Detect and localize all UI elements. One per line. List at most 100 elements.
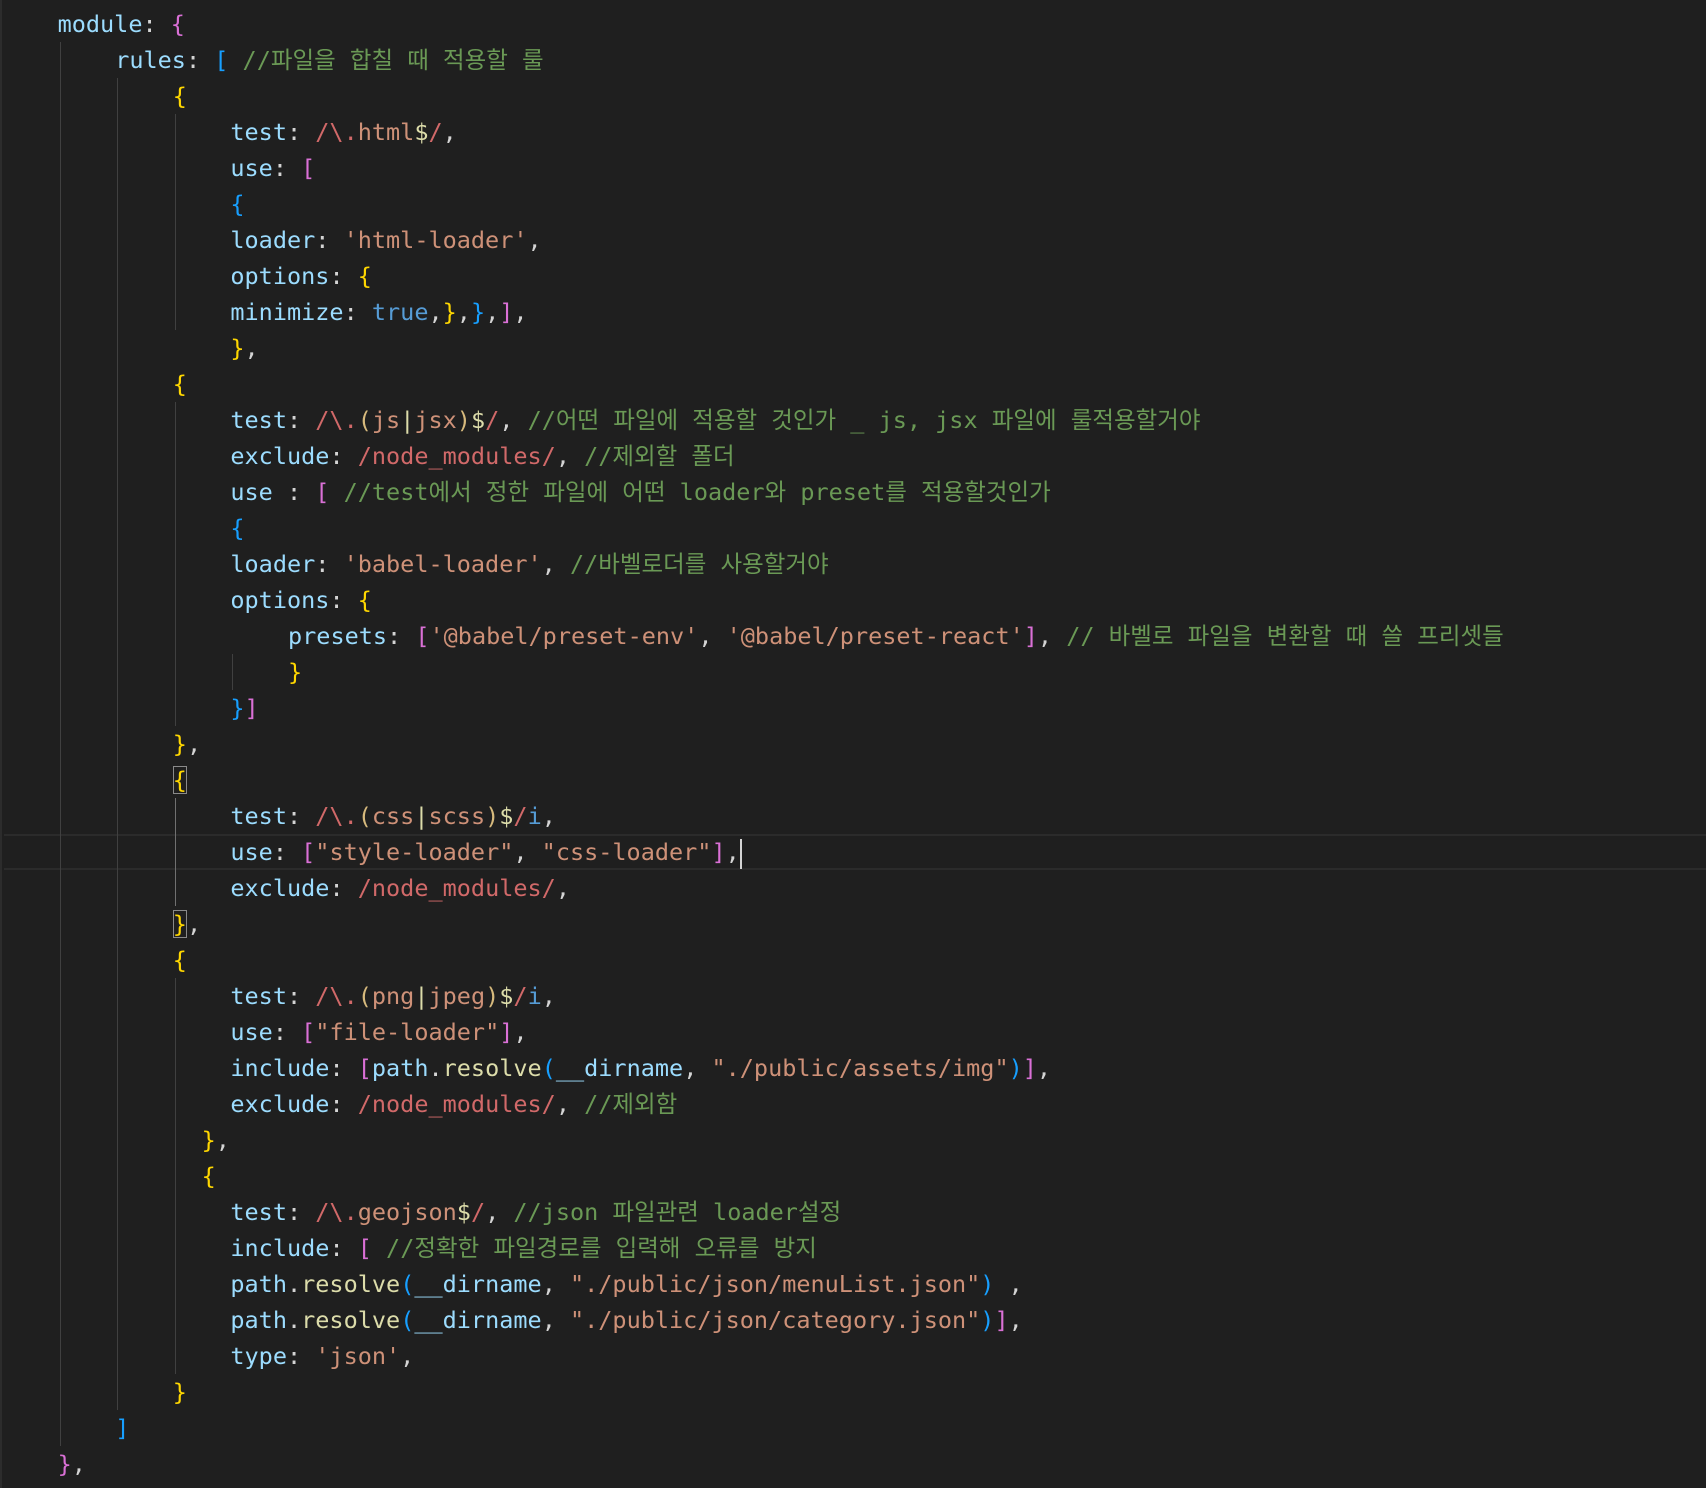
- code-line[interactable]: exclude: /node_modules/, //제외함: [230, 1086, 677, 1122]
- indent-guide: [174, 402, 176, 726]
- code-line[interactable]: use: ["style-loader", "css-loader"],: [230, 834, 743, 870]
- code-line[interactable]: }]: [230, 690, 258, 726]
- code-token: :: [272, 154, 302, 182]
- code-token: ,: [499, 406, 528, 434]
- code-token: path: [230, 1270, 287, 1298]
- code-token: {: [230, 514, 245, 542]
- code-editor[interactable]: module: {rules: [ //파일을 합칠 때 적용할 룰{test:…: [0, 0, 1706, 1488]
- code-line[interactable]: loader: 'babel-loader', //바벨로더를 사용할거야: [230, 546, 828, 582]
- code-token: :: [387, 622, 416, 650]
- code-line[interactable]: module: {: [58, 6, 185, 42]
- code-token: true: [371, 298, 429, 326]
- code-token: ,: [541, 982, 556, 1010]
- code-line[interactable]: test: /\.(png|jpeg)$/i,: [230, 978, 555, 1014]
- code-token: /: [485, 406, 500, 434]
- code-token: :: [315, 226, 344, 254]
- code-token: ,: [513, 298, 528, 326]
- code-token: ,: [485, 298, 500, 326]
- code-line[interactable]: use: [: [230, 150, 315, 186]
- code-token: ,: [555, 442, 585, 470]
- code-token: ,: [541, 1306, 570, 1334]
- code-line[interactable]: {: [202, 1158, 216, 1194]
- code-line[interactable]: use : [ //test에서 정한 파일에 어떤 loader와 prese…: [230, 474, 1050, 510]
- code-token: ,: [527, 226, 542, 254]
- code-line[interactable]: options: {: [230, 258, 372, 294]
- code-line[interactable]: {: [172, 762, 187, 798]
- code-line[interactable]: },: [58, 1446, 86, 1482]
- code-line[interactable]: test: /\.(css|scss)$/i,: [230, 798, 555, 834]
- code-line[interactable]: },: [173, 726, 201, 762]
- code-token: :: [142, 10, 171, 38]
- code-line[interactable]: },: [230, 330, 258, 366]
- code-token: presets: [288, 622, 388, 650]
- code-token: resolve: [442, 1054, 542, 1082]
- code-token: [: [214, 46, 229, 74]
- code-token: {: [357, 586, 372, 614]
- code-token: {: [230, 190, 245, 218]
- code-line[interactable]: use: ["file-loader"],: [230, 1014, 527, 1050]
- code-line[interactable]: },: [202, 1122, 230, 1158]
- code-line[interactable]: {: [230, 186, 244, 222]
- code-token: /\.: [315, 118, 358, 146]
- code-token: path: [371, 1054, 429, 1082]
- code-token: jpeg: [428, 982, 486, 1010]
- code-token: //어떤 파일에 적용할 것인가 _ js, jsx 파일에 룰적용할거야: [527, 406, 1201, 434]
- code-token: test: [230, 802, 287, 830]
- code-line[interactable]: type: 'json',: [230, 1338, 414, 1374]
- code-line[interactable]: path.resolve(__dirname, "./public/json/c…: [230, 1302, 1022, 1338]
- code-line[interactable]: minimize: true,},},],: [230, 294, 527, 330]
- code-token: |: [414, 982, 429, 1010]
- code-token: exclude: [230, 442, 330, 470]
- code-line[interactable]: ]: [115, 1410, 129, 1446]
- code-line[interactable]: {: [173, 78, 187, 114]
- code-token: ): [980, 1270, 995, 1298]
- code-token: [: [301, 838, 316, 866]
- code-token: ]: [244, 694, 259, 722]
- code-line[interactable]: exclude: /node_modules/,: [230, 870, 570, 906]
- code-line[interactable]: test: /\.html$/,: [230, 114, 456, 150]
- code-token: :: [329, 586, 358, 614]
- code-line[interactable]: presets: ['@babel/preset-env', '@babel/p…: [288, 618, 1504, 654]
- code-token: }: [172, 1378, 187, 1406]
- code-line[interactable]: }: [173, 1374, 187, 1410]
- code-token: use: [230, 478, 273, 506]
- code-token: ,: [1036, 1054, 1052, 1082]
- text-cursor: [739, 838, 743, 869]
- code-line[interactable]: include: [ //정확한 파일경로를 입력해 오류를 방지: [230, 1230, 816, 1266]
- code-line[interactable]: include: [path.resolve(__dirname, "./pub…: [230, 1050, 1051, 1086]
- code-token: scss: [428, 802, 486, 830]
- code-line[interactable]: rules: [ //파일을 합칠 때 적용할 룰: [115, 42, 543, 78]
- code-token: include: [230, 1054, 330, 1082]
- code-token: :: [329, 442, 358, 470]
- code-token: options: [230, 586, 330, 614]
- editor-left-edge: [0, 0, 2, 1488]
- code-token: }: [230, 334, 245, 362]
- code-token: .: [428, 1054, 443, 1082]
- indent-guide: [174, 798, 176, 906]
- code-line[interactable]: }: [288, 654, 302, 690]
- code-token: use: [230, 1018, 273, 1046]
- code-token: }: [201, 1126, 216, 1154]
- code-line[interactable]: loader: 'html-loader',: [230, 222, 541, 258]
- code-token: ): [1008, 1054, 1023, 1082]
- code-token: /node_modules/: [357, 874, 556, 902]
- code-line[interactable]: options: {: [230, 582, 372, 618]
- code-line[interactable]: test: /\.(js|jsx)$/, //어떤 파일에 적용할 것인가 _ …: [230, 402, 1200, 438]
- code-token: }: [442, 298, 457, 326]
- code-line[interactable]: test: /\.geojson$/, //json 파일관련 loader설정: [230, 1194, 841, 1230]
- code-token: /\.: [315, 1198, 358, 1226]
- code-token: [: [415, 622, 430, 650]
- code-token: ,: [555, 874, 570, 902]
- code-line[interactable]: exclude: /node_modules/, //제외할 폴더: [230, 438, 734, 474]
- code-line[interactable]: {: [173, 942, 187, 978]
- code-token: }: [288, 658, 303, 686]
- code-line[interactable]: {: [230, 510, 244, 546]
- code-token: [: [315, 478, 330, 506]
- code-token: //파일을 합칠 때 적용할 룰: [242, 46, 544, 74]
- code-line[interactable]: {: [173, 366, 187, 402]
- code-token: ): [980, 1306, 995, 1334]
- code-line[interactable]: },: [172, 906, 201, 942]
- code-token: exclude: [230, 874, 330, 902]
- code-line[interactable]: path.resolve(__dirname, "./public/json/m…: [230, 1266, 1022, 1302]
- code-token: path: [230, 1306, 287, 1334]
